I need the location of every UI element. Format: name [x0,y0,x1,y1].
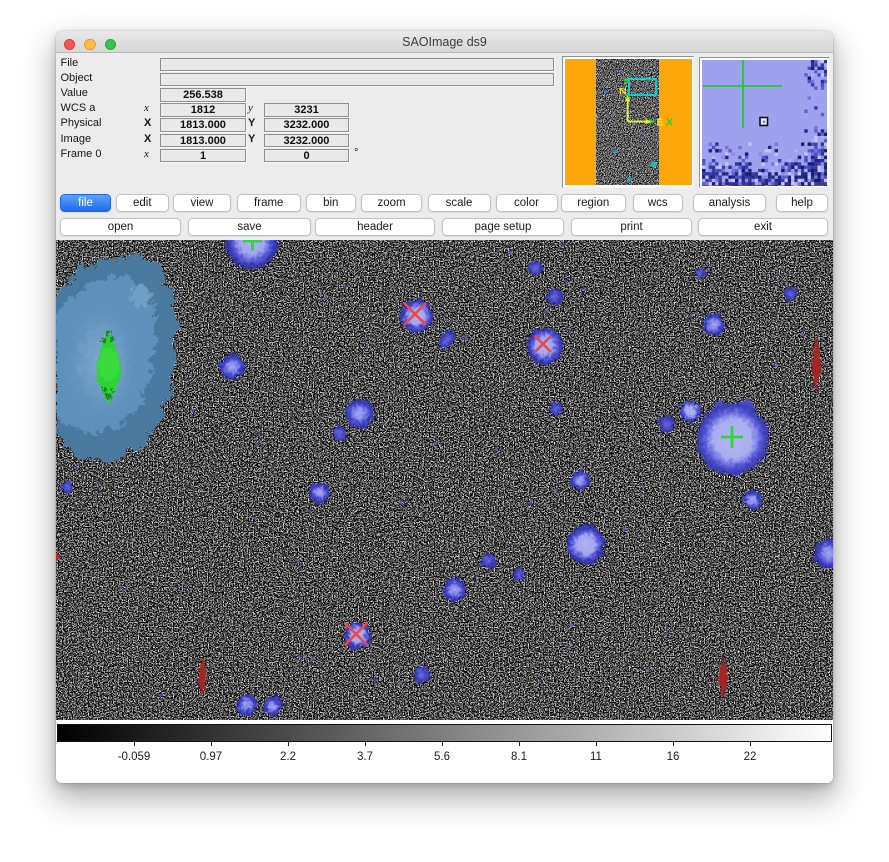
svg-text:E: E [657,117,664,129]
svg-text:X: X [666,117,673,129]
svg-text:N: N [619,86,627,98]
